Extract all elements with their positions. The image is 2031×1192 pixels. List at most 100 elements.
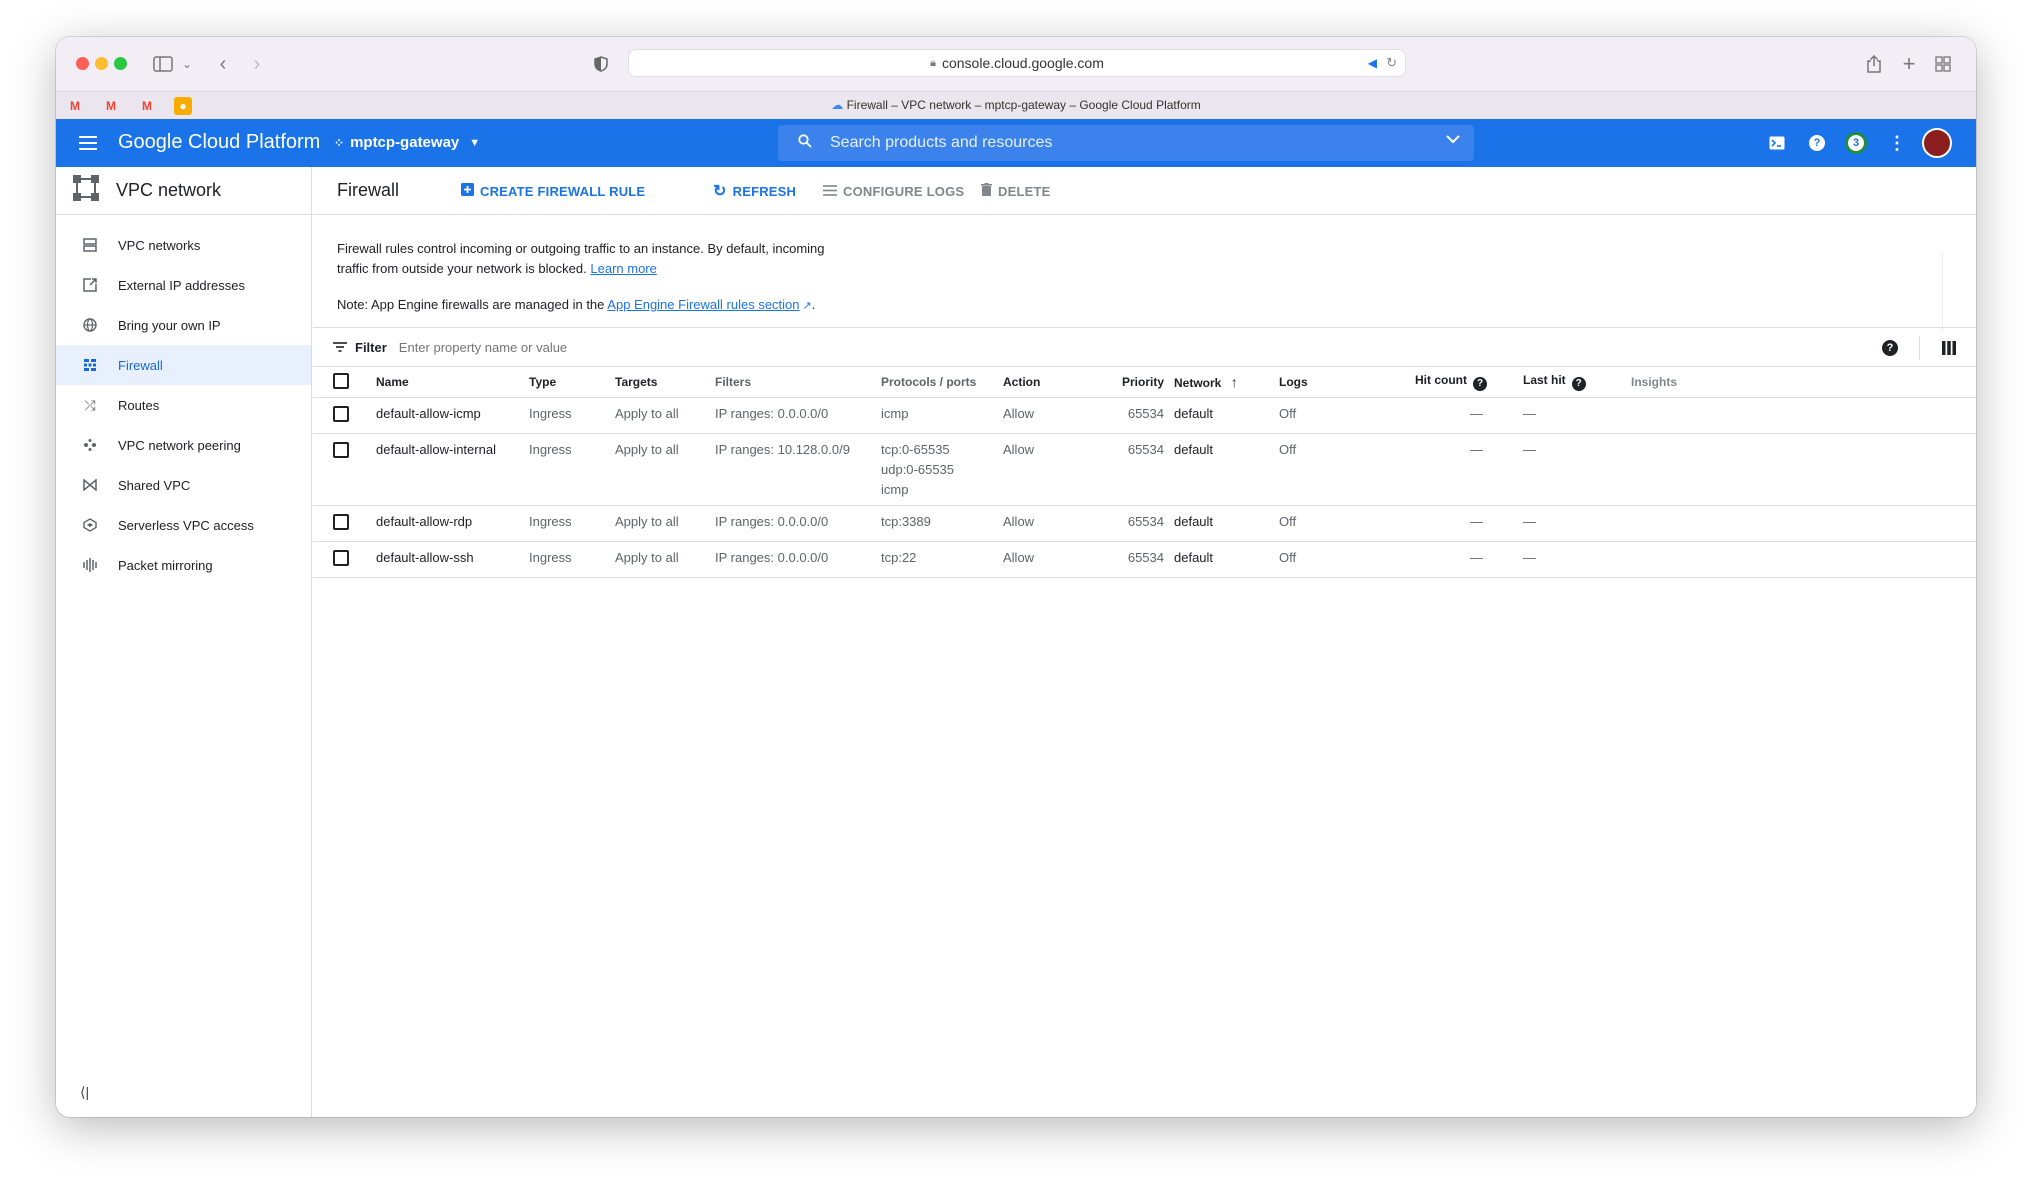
sidebar-item-label: VPC networks xyxy=(118,237,201,253)
table-row[interactable]: default-allow-icmp Ingress Apply to all … xyxy=(313,397,1976,434)
brand-logo[interactable]: Google Cloud Platform xyxy=(118,131,320,154)
table-row[interactable]: default-allow-rdp Ingress Apply to all I… xyxy=(313,505,1976,542)
browser-toolbar: ⌄ ‹ › 🔒︎ console.cloud.google.com ◀︎ ↻ + xyxy=(56,37,1976,91)
reload-icon[interactable]: ↻ xyxy=(1386,55,1397,71)
row-checkbox[interactable] xyxy=(333,549,349,566)
column-header-action[interactable]: Action xyxy=(1003,367,1111,398)
avatar[interactable] xyxy=(1922,128,1952,158)
sidebar-item-vpc-network-peering[interactable]: VPC network peering xyxy=(56,425,311,465)
more-options-icon[interactable]: ⋮ xyxy=(1885,131,1909,155)
rule-name[interactable]: default-allow-icmp xyxy=(376,397,529,434)
rule-filters: IP ranges: 0.0.0.0/0 xyxy=(715,397,881,434)
delete-button[interactable]: DELETE xyxy=(981,167,1050,215)
rule-priority: 65534 xyxy=(1111,397,1174,434)
rule-last-hit: — xyxy=(1505,541,1631,578)
configure-logs-label: CONFIGURE LOGS xyxy=(843,183,965,199)
column-header-last-hit-cell[interactable]: Last hit? xyxy=(1505,367,1631,398)
rule-network[interactable]: default xyxy=(1174,541,1279,578)
rule-name[interactable]: default-allow-rdp xyxy=(376,505,529,542)
table-help-icon[interactable]: ? xyxy=(1882,340,1898,356)
rule-logs: Off xyxy=(1279,433,1397,506)
rule-priority: 65534 xyxy=(1111,541,1174,578)
audio-icon[interactable]: ◀︎ xyxy=(1368,56,1377,70)
row-checkbox[interactable] xyxy=(333,513,349,530)
sidebar-item-label: Routes xyxy=(118,397,160,413)
rule-insights xyxy=(1631,433,1976,506)
note-text: Note: App Engine firewalls are managed i… xyxy=(337,297,605,312)
configure-logs-button[interactable]: CONFIGURE LOGS xyxy=(823,167,964,215)
rule-hit-count: — xyxy=(1397,397,1505,434)
row-checkbox[interactable] xyxy=(333,441,349,458)
hit-count-help-icon[interactable]: ? xyxy=(1473,376,1487,391)
rule-last-hit: — xyxy=(1505,397,1631,434)
notifications-badge[interactable]: 3 xyxy=(1844,131,1868,155)
column-header-targets[interactable]: Targets xyxy=(615,367,715,398)
column-header-network-cell[interactable]: Network ↑ xyxy=(1174,367,1279,398)
rule-name[interactable]: default-allow-ssh xyxy=(376,541,529,578)
column-header-name[interactable]: Name xyxy=(376,367,529,398)
rule-network[interactable]: default xyxy=(1174,397,1279,434)
create-firewall-rule-button[interactable]: CREATE FIREWALL RULE xyxy=(461,167,645,215)
forward-icon[interactable]: › xyxy=(244,51,270,77)
sidebar-item-packet-mirroring[interactable]: Packet mirroring xyxy=(56,545,311,585)
search-bar[interactable]: Search products and resources xyxy=(778,125,1474,161)
gcp-header: Google Cloud Platform ⁘ mptcp-gateway ▼ … xyxy=(56,119,1976,167)
rule-name[interactable]: default-allow-internal xyxy=(376,433,529,506)
refresh-button[interactable]: ↻ REFRESH xyxy=(713,167,796,215)
rule-logs: Off xyxy=(1279,505,1397,542)
sidebar-item-vpc-networks[interactable]: VPC networks xyxy=(56,225,311,265)
table-row[interactable]: default-allow-ssh Ingress Apply to all I… xyxy=(313,541,1976,578)
sidebar-item-firewall[interactable]: Firewall xyxy=(56,345,311,385)
sidebar-item-external-ip-addresses[interactable]: External IP addresses xyxy=(56,265,311,305)
search-icon xyxy=(798,133,812,153)
address-bar[interactable]: 🔒︎ console.cloud.google.com ◀︎ ↻ xyxy=(628,49,1406,77)
sidebar-item-serverless-vpc-access[interactable]: Serverless VPC access xyxy=(56,505,311,545)
rule-network[interactable]: default xyxy=(1174,505,1279,542)
active-tab[interactable]: ☁︎ Firewall – VPC network – mptcp-gatewa… xyxy=(56,98,1976,112)
row-checkbox-cell xyxy=(313,397,376,434)
column-header-type[interactable]: Type xyxy=(529,367,615,398)
learn-more-link[interactable]: Learn more xyxy=(590,261,656,276)
expand-search-icon[interactable] xyxy=(1446,131,1460,149)
table-row[interactable]: default-allow-internal Ingress Apply to … xyxy=(313,433,1976,506)
select-all-checkbox[interactable] xyxy=(333,373,349,390)
column-display-options-icon[interactable] xyxy=(1942,341,1956,358)
maximize-window-button[interactable] xyxy=(114,57,127,70)
last-hit-help-icon[interactable]: ? xyxy=(1571,376,1586,391)
column-header-hit-count-cell[interactable]: Hit count? xyxy=(1397,367,1505,398)
column-header-priority[interactable]: Priority xyxy=(1111,367,1174,398)
minimize-window-button[interactable] xyxy=(95,57,108,70)
privacy-shield-icon[interactable] xyxy=(588,51,614,77)
sidebar-item-shared-vpc[interactable]: Shared VPC xyxy=(56,465,311,505)
action-toolbar: Firewall CREATE FIREWALL RULE ↻ REFRESH … xyxy=(313,167,1976,215)
chevron-down-icon[interactable]: ⌄ xyxy=(174,51,200,77)
rule-insights xyxy=(1631,541,1976,578)
divider xyxy=(1919,336,1920,360)
help-icon[interactable]: ? xyxy=(1805,131,1829,155)
row-checkbox[interactable] xyxy=(333,405,349,422)
new-tab-icon[interactable]: + xyxy=(1896,51,1922,77)
rule-protocols: tcp:0-65535 udp:0-65535 icmp xyxy=(881,433,1003,506)
column-header-logs[interactable]: Logs xyxy=(1279,367,1397,398)
sidebar-item-bring-your-own-ip[interactable]: Bring your own IP xyxy=(56,305,311,345)
cloud-shell-icon[interactable] xyxy=(1765,131,1789,155)
rule-network[interactable]: default xyxy=(1174,433,1279,506)
share-icon[interactable] xyxy=(1861,51,1887,77)
rule-type: Ingress xyxy=(529,397,615,434)
close-window-button[interactable] xyxy=(76,57,89,70)
sidebar-item-label: Serverless VPC access xyxy=(118,517,254,533)
protocol-entry: icmp xyxy=(881,481,909,497)
column-header-network: Network xyxy=(1174,375,1222,390)
collapse-sidebar-icon[interactable]: ⟨| xyxy=(80,1084,89,1101)
sidebar-toggle-icon[interactable] xyxy=(150,51,176,77)
tab-overview-icon[interactable] xyxy=(1930,51,1956,77)
app-engine-firewall-link[interactable]: App Engine Firewall rules section xyxy=(607,297,799,312)
trash-icon xyxy=(981,183,992,199)
project-selector[interactable]: ⁘ mptcp-gateway ▼ xyxy=(334,134,480,151)
back-icon[interactable]: ‹ xyxy=(210,51,236,77)
sort-ascending-icon: ↑ xyxy=(1230,373,1238,390)
sidebar-item-routes[interactable]: ⤮ Routes xyxy=(56,385,311,425)
hamburger-menu-icon[interactable] xyxy=(76,131,100,155)
filter-input[interactable] xyxy=(398,339,999,355)
rule-protocols: icmp xyxy=(881,397,1003,434)
